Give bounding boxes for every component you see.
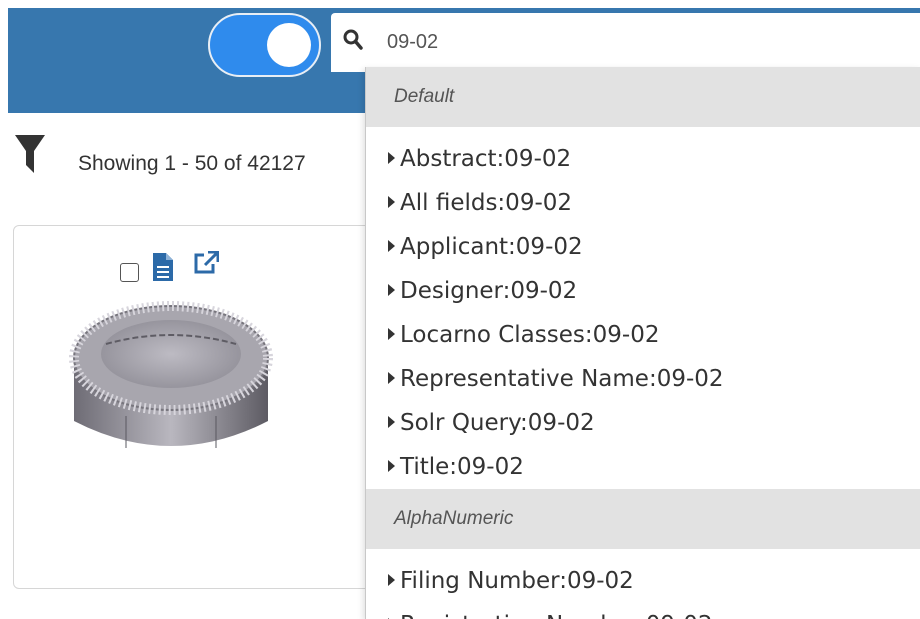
suggestion-label: All fields:09-02: [400, 190, 573, 216]
caret-right-icon: [388, 460, 395, 472]
suggestion-label: Filing Number:09-02: [400, 568, 634, 594]
caret-right-icon: [388, 240, 395, 252]
select-checkbox[interactable]: [120, 263, 139, 282]
suggestion-item[interactable]: All fields:09-02: [366, 181, 920, 225]
caret-right-icon: [388, 284, 395, 296]
product-image[interactable]: [66, 296, 276, 476]
suggestion-label: Locarno Classes:09-02: [400, 322, 660, 348]
suggestion-label: Designer:09-02: [400, 278, 578, 304]
suggestions-dropdown: Default Abstract:09-02 All fields:09-02 App…: [365, 67, 920, 619]
results-count: Showing 1 - 50 of 42127: [78, 152, 306, 175]
search-input[interactable]: [387, 25, 887, 59]
suggestion-label: Applicant:09-02: [400, 234, 583, 260]
suggestion-label: Solr Query:09-02: [400, 410, 595, 436]
search-icon[interactable]: [343, 29, 363, 51]
suggestion-group-header: AlphaNumeric: [366, 489, 920, 549]
suggestion-item[interactable]: Abstract:09-02: [366, 137, 920, 181]
suggestion-item[interactable]: Designer:09-02: [366, 269, 920, 313]
suggestion-item[interactable]: Filing Number:09-02: [366, 559, 920, 603]
search-mode-toggle[interactable]: [208, 13, 321, 77]
suggestion-item[interactable]: Locarno Classes:09-02: [366, 313, 920, 357]
suggestion-label: Abstract:09-02: [400, 146, 572, 172]
suggestion-item[interactable]: Applicant:09-02: [366, 225, 920, 269]
caret-right-icon: [388, 196, 395, 208]
caret-right-icon: [388, 574, 395, 586]
caret-right-icon: [388, 416, 395, 428]
suggestion-label: Representative Name:09-02: [400, 366, 724, 392]
suggestion-item[interactable]: Solr Query:09-02: [366, 401, 920, 445]
suggestion-label: Title:09-02: [400, 454, 524, 480]
toggle-knob[interactable]: [267, 23, 311, 67]
external-link-icon[interactable]: [193, 251, 219, 275]
suggestion-item[interactable]: Title:09-02: [366, 445, 920, 489]
suggestion-item[interactable]: Representative Name:09-02: [366, 357, 920, 401]
suggestion-group-header: Default: [366, 67, 920, 127]
top-strip: [0, 0, 920, 8]
suggestion-label: Registration Number:09-02: [400, 612, 713, 619]
caret-right-icon: [388, 328, 395, 340]
caret-right-icon: [388, 372, 395, 384]
caret-right-icon: [388, 152, 395, 164]
document-icon[interactable]: [153, 253, 173, 281]
search-box: [331, 13, 920, 72]
filter-icon[interactable]: [15, 131, 45, 177]
suggestion-item[interactable]: Registration Number:09-02: [366, 603, 920, 619]
